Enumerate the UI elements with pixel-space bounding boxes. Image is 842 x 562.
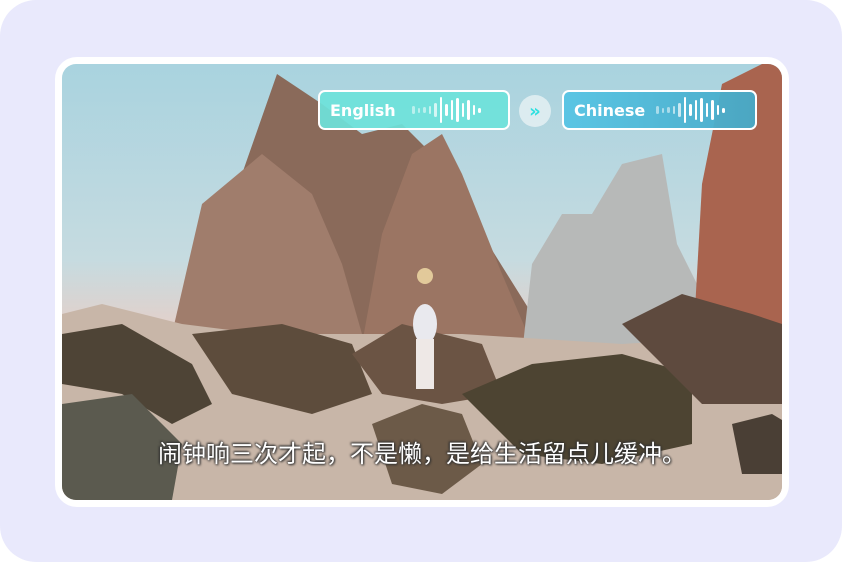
- target-language-chip[interactable]: Chinese: [562, 90, 757, 130]
- subtitle-caption: 闹钟响三次才起，不是懒，是给生活留点儿缓冲。: [158, 440, 686, 468]
- audio-waveform-icon: [412, 95, 481, 125]
- audio-waveform-icon: [656, 95, 725, 125]
- source-language-label: English: [330, 100, 396, 120]
- target-language-label: Chinese: [574, 100, 646, 120]
- video-frame: English » Chinese 闹钟响三次才起，不是懒，是给生活留点儿缓冲。: [62, 64, 782, 500]
- source-language-chip[interactable]: English: [318, 90, 510, 130]
- double-chevron-right-icon[interactable]: »: [519, 95, 551, 127]
